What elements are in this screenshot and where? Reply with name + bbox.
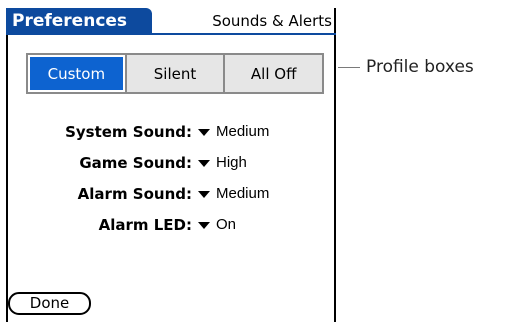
done-button[interactable]: Done: [8, 292, 91, 315]
callout-leader-line: [338, 67, 360, 68]
alarm-led-label: Alarm LED:: [98, 216, 192, 234]
system-sound-row: System Sound: Medium: [6, 121, 326, 143]
alarm-led-value: On: [216, 216, 237, 233]
alarm-sound-row: Alarm Sound: Medium: [6, 183, 326, 205]
callout-label: Profile boxes: [366, 57, 474, 77]
menu-title-tab[interactable]: Preferences: [6, 8, 152, 35]
triangle-down-icon: [198, 221, 210, 229]
game-sound-value: High: [216, 154, 247, 171]
triangle-down-icon: [198, 159, 210, 167]
game-sound-label: Game Sound:: [79, 154, 192, 172]
game-sound-popup[interactable]: High: [198, 152, 247, 174]
alarm-sound-label: Alarm Sound:: [77, 185, 192, 203]
profile-custom[interactable]: Custom: [28, 55, 125, 92]
triangle-down-icon: [198, 128, 210, 136]
system-sound-value: Medium: [216, 123, 270, 140]
alarm-led-row: Alarm LED: On: [6, 214, 326, 236]
screen-right-border: [334, 8, 336, 322]
game-sound-row: Game Sound: High: [6, 152, 326, 174]
profile-all-off[interactable]: All Off: [223, 55, 322, 92]
alarm-sound-value: Medium: [216, 185, 270, 202]
system-sound-label: System Sound:: [65, 123, 192, 141]
sounds-alerts-screen: Preferences Sounds & Alerts Custom Silen…: [6, 8, 336, 322]
alarm-led-popup[interactable]: On: [198, 214, 236, 236]
app-name: Sounds & Alerts: [212, 12, 332, 30]
system-sound-popup[interactable]: Medium: [198, 121, 269, 143]
profile-silent[interactable]: Silent: [124, 55, 224, 92]
triangle-down-icon: [198, 190, 210, 198]
profile-selector: Custom Silent All Off: [26, 53, 324, 94]
alarm-sound-popup[interactable]: Medium: [198, 183, 269, 205]
